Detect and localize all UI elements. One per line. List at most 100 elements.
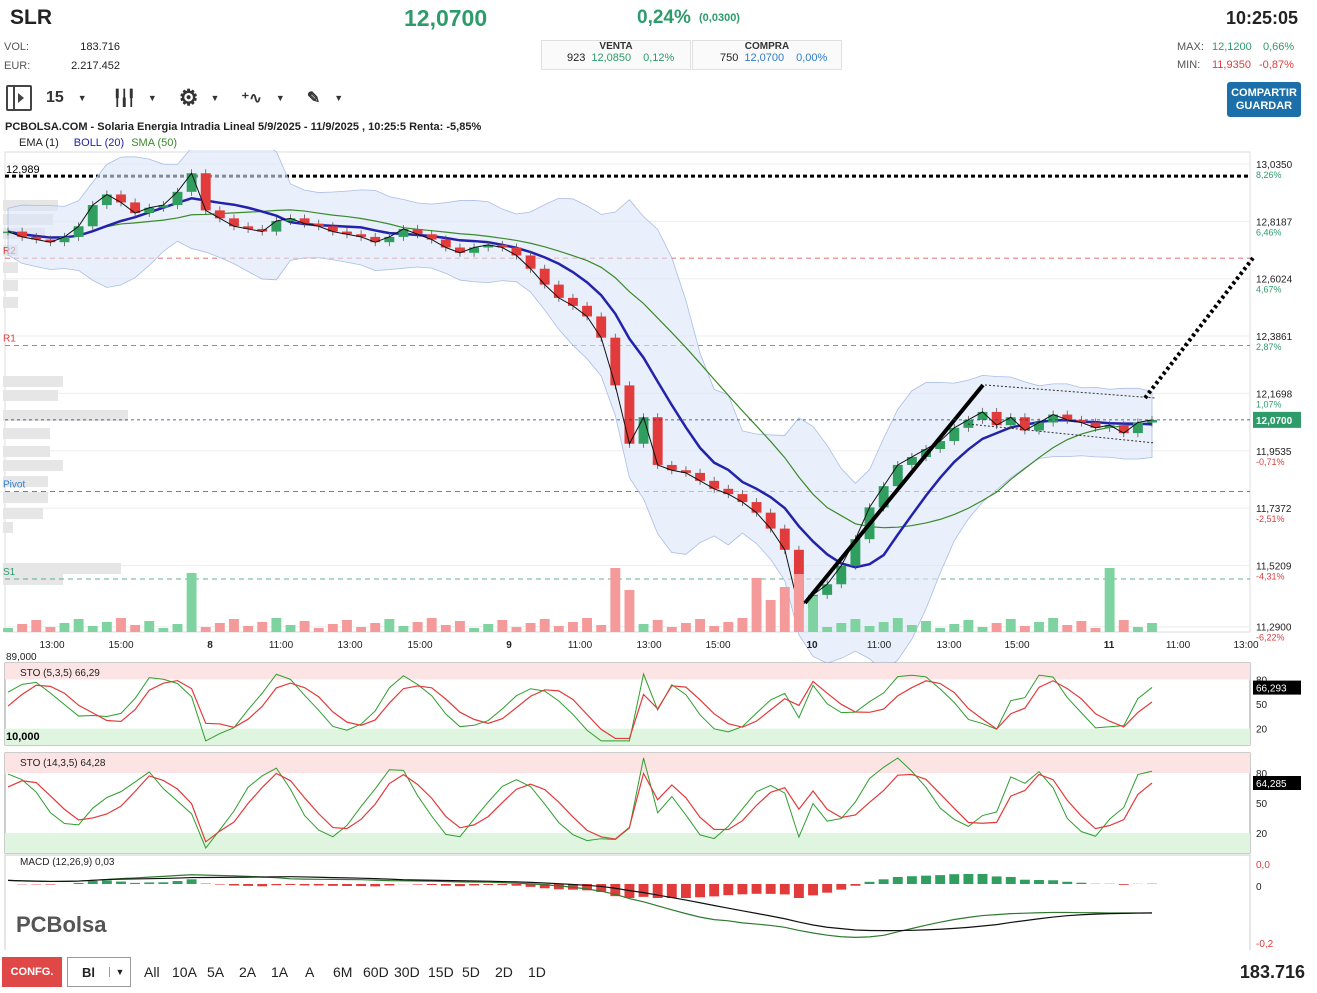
macd-bar: [949, 874, 960, 884]
timeframe-2d[interactable]: 2D: [495, 964, 513, 980]
macd-bar: [779, 884, 790, 895]
timeframe-10a[interactable]: 10A: [172, 964, 197, 980]
candle: [596, 316, 607, 338]
timeframe-all[interactable]: All: [144, 964, 160, 980]
config-button[interactable]: CONFG.: [2, 957, 62, 987]
sto-slow-title: STO (14,3,5) 64,28: [20, 758, 106, 769]
macd-bar: [666, 884, 677, 898]
volume-bar: [497, 620, 508, 632]
volume-profile-bar: [3, 446, 50, 457]
panel-toggle-icon[interactable]: [6, 85, 32, 111]
volume-bar: [313, 628, 324, 632]
quote-time: 10:25:05: [1225, 8, 1298, 28]
candle: [229, 218, 239, 227]
macd-bar: [1005, 876, 1016, 884]
timeframe-5d[interactable]: 5D: [462, 964, 480, 980]
compra-qty: 750: [720, 52, 739, 64]
timeframe-5a[interactable]: 5A: [207, 964, 224, 980]
indicators-select[interactable]: ⁺∿ ▼: [241, 89, 284, 107]
sto-fast-tick: 20: [1256, 725, 1268, 736]
y-tick-pct: -0,71%: [1256, 457, 1285, 467]
venta-qty: 923: [567, 52, 586, 64]
share-save-button[interactable]: COMPARTIR GUARDAR: [1227, 82, 1301, 117]
settings-select[interactable]: ⚙ ▼: [179, 85, 220, 111]
macd-bar: [214, 884, 225, 885]
timeframe-60d[interactable]: 60D: [363, 964, 389, 980]
share-label: COMPARTIR: [1231, 86, 1297, 99]
volume-bar: [1147, 623, 1157, 632]
volume-bar: [257, 622, 268, 632]
mode-value: Bl: [82, 964, 95, 980]
min-pct: -0,87%: [1259, 59, 1294, 71]
volume-profile-bar: [3, 508, 43, 519]
macd-bar: [172, 881, 183, 884]
macd-bar: [638, 884, 649, 897]
volume-bar: [455, 621, 465, 632]
volume-bar: [172, 624, 183, 632]
volume-bar: [709, 626, 720, 632]
save-label: GUARDAR: [1235, 99, 1293, 112]
timeframe-30d[interactable]: 30D: [394, 964, 420, 980]
volume-bar: [243, 626, 254, 632]
macd-bar: [1048, 880, 1059, 884]
timeframe-15d[interactable]: 15D: [428, 964, 454, 980]
volume-bar: [1090, 628, 1101, 632]
volume-bar: [130, 625, 141, 632]
mode-select[interactable]: Bl ▼: [67, 957, 131, 987]
y-tick-pct: -4,31%: [1256, 571, 1285, 581]
volume-bar: [695, 619, 705, 632]
x-tick-label: 11: [1104, 640, 1115, 651]
macd-bar: [850, 884, 861, 886]
sto-fast-title: STO (5,3,5) 66,29: [20, 668, 100, 679]
volume-bar: [963, 620, 974, 632]
x-tick-label: 11:00: [1166, 640, 1191, 651]
macd-bar: [511, 884, 522, 886]
volume-profile-bar: [3, 376, 63, 387]
eur-value: 2.217.452: [71, 60, 120, 72]
volume-bar: [1104, 568, 1115, 632]
chart-title: PCBOLSA.COM - Solaria Energia Intradia L…: [5, 121, 482, 133]
macd-bar: [299, 884, 310, 886]
macd-bar: [765, 884, 776, 894]
vol-value: 183.716: [80, 41, 120, 53]
timeframe-1d[interactable]: 1D: [528, 964, 546, 980]
legend-sma: SMA (50): [131, 137, 178, 149]
volume-bar: [144, 621, 155, 632]
chart-type-select[interactable]: ╿╽╿ ▼: [113, 89, 157, 107]
timeframe-a[interactable]: A: [305, 964, 314, 980]
volume-bar: [949, 624, 960, 632]
timeframe-1a[interactable]: 1A: [271, 964, 288, 980]
indicator-legend: EMA (1) BOLL (20) SMA (50): [19, 137, 177, 149]
candle: [525, 255, 536, 269]
total-volume: 183.716: [1239, 962, 1305, 982]
x-tick-label: 11:00: [568, 640, 593, 651]
interval-select[interactable]: 15 ▼: [46, 89, 87, 107]
volume-bar: [1005, 619, 1016, 632]
vol-label: VOL:: [4, 41, 30, 53]
macd-bar: [483, 884, 494, 885]
macd-bar: [158, 882, 169, 884]
volume-bar: [991, 623, 1002, 632]
volume-bar: [638, 624, 649, 632]
volume-bar: [299, 621, 310, 632]
volume-profile-bar: [3, 522, 13, 533]
timeframe-6m[interactable]: 6M: [333, 964, 352, 980]
candle: [709, 480, 720, 489]
timeframe-2a[interactable]: 2A: [239, 964, 256, 980]
candle: [567, 297, 578, 306]
volume-bar: [596, 625, 607, 632]
macd-bar: [243, 884, 254, 886]
volume-bar: [1076, 621, 1087, 632]
x-tick-label: 15:00: [407, 640, 432, 651]
x-tick-label: 13:00: [1233, 640, 1258, 651]
candle: [582, 305, 593, 317]
volume-bar: [370, 623, 381, 632]
x-tick-label: 13:00: [636, 640, 661, 651]
volume-bar: [1118, 620, 1129, 632]
candle: [87, 205, 98, 227]
volume-bar: [398, 626, 409, 632]
volume-bar: [582, 618, 593, 632]
macd-bar: [313, 884, 324, 886]
chart-area[interactable]: 13,03508,26%12,81876,46%12,60244,67%12,3…: [0, 150, 1317, 950]
drawing-select[interactable]: ✎ ▼: [307, 88, 343, 108]
